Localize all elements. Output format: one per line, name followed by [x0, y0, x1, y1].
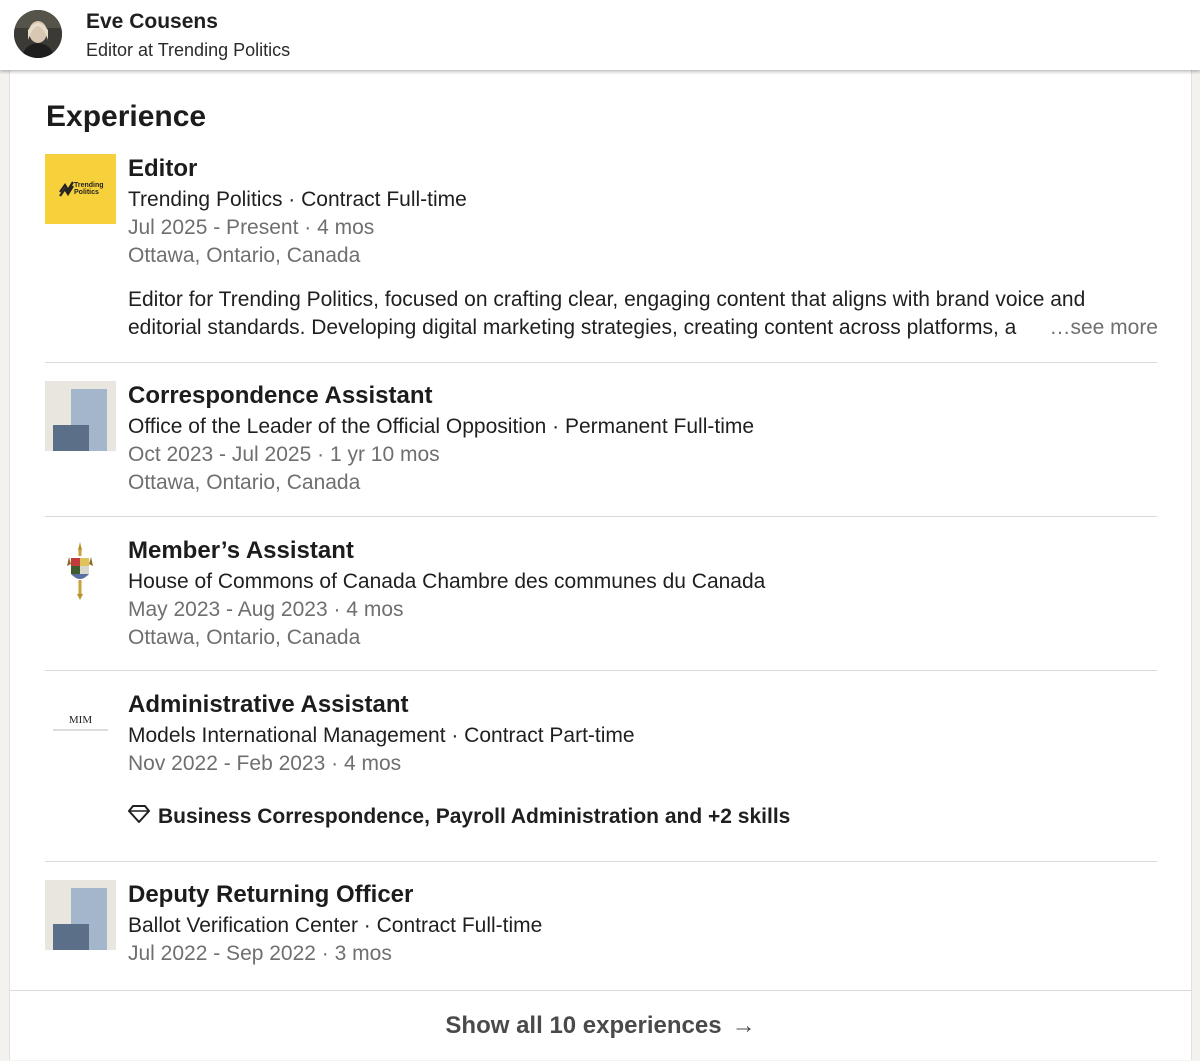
- company-line: Ballot Verification Center · Contract Fu…: [128, 914, 543, 937]
- divider: [45, 861, 1157, 862]
- job-title[interactable]: Member’s Assistant: [128, 536, 1158, 568]
- date-range: Jul 2022 - Sep 2022 · 3 mos: [128, 942, 392, 965]
- arrow-right-icon: →: [731, 1012, 756, 1039]
- description-line: editorial standards. Developing digital …: [128, 316, 1017, 339]
- date-range: May 2023 - Aug 2023 · 4 mos: [128, 598, 404, 621]
- divider: [45, 362, 1157, 363]
- location: Ottawa, Ontario, Canada: [128, 471, 361, 494]
- logo-text-mim: MIM: [69, 714, 92, 726]
- company-line: Office of the Leader of the Official Opp…: [128, 415, 755, 438]
- experience-item: Deputy Returning Officer Ballot Verifica…: [45, 880, 1158, 965]
- company-placeholder-logo[interactable]: [45, 381, 116, 451]
- date-range: Jul 2025 - Present · 4 mos: [128, 216, 375, 239]
- avatar[interactable]: [14, 10, 62, 58]
- job-title[interactable]: Editor: [128, 154, 1158, 186]
- diamond-icon: [128, 804, 150, 830]
- trending-politics-logo[interactable]: Trending Politics: [45, 154, 116, 224]
- job-title[interactable]: Deputy Returning Officer: [128, 880, 1158, 912]
- see-more-link[interactable]: …see more: [1037, 314, 1158, 342]
- job-title[interactable]: Administrative Assistant: [128, 690, 1158, 722]
- mim-logo[interactable]: MIM: [45, 690, 116, 760]
- experience-item: Correspondence Assistant Office of the L…: [45, 381, 1158, 494]
- profile-headline: Editor at Trending Politics: [86, 40, 291, 60]
- show-all-label: Show all 10 experiences: [445, 1012, 722, 1039]
- divider: [45, 516, 1157, 517]
- location: Ottawa, Ontario, Canada: [128, 244, 361, 267]
- logo-text-politics: Politics: [74, 189, 99, 196]
- skills-text: Business Correspondence, Payroll Adminis…: [158, 805, 791, 828]
- profile-sticky-header: Eve Cousens Editor at Trending Politics: [0, 0, 1200, 70]
- location: Ottawa, Ontario, Canada: [128, 626, 361, 649]
- company-line: Trending Politics · Contract Full-time: [128, 188, 467, 211]
- profile-name: Eve Cousens: [86, 10, 218, 33]
- experience-card: Experience Trending Politics Editor Tren…: [9, 70, 1192, 1060]
- company-line: Models International Management · Contra…: [128, 724, 635, 747]
- company-line: House of Commons of Canada Chambre des c…: [128, 570, 766, 593]
- skills-row[interactable]: Business Correspondence, Payroll Adminis…: [128, 804, 1158, 830]
- date-range: Oct 2023 - Jul 2025 · 1 yr 10 mos: [128, 443, 440, 466]
- company-placeholder-logo[interactable]: [45, 880, 116, 950]
- section-title: Experience: [46, 100, 207, 133]
- date-range: Nov 2022 - Feb 2023 · 4 mos: [128, 752, 402, 775]
- logo-text-trending: Trending: [74, 182, 104, 189]
- show-all-experiences-button[interactable]: Show all 10 experiences →: [10, 990, 1191, 1061]
- description-line: Editor for Trending Politics, focused on…: [128, 288, 1086, 311]
- job-description: Editor for Trending Politics, focused on…: [128, 286, 1158, 342]
- house-of-commons-crest-logo[interactable]: [45, 536, 116, 606]
- job-title[interactable]: Correspondence Assistant: [128, 381, 1158, 413]
- divider: [45, 670, 1157, 671]
